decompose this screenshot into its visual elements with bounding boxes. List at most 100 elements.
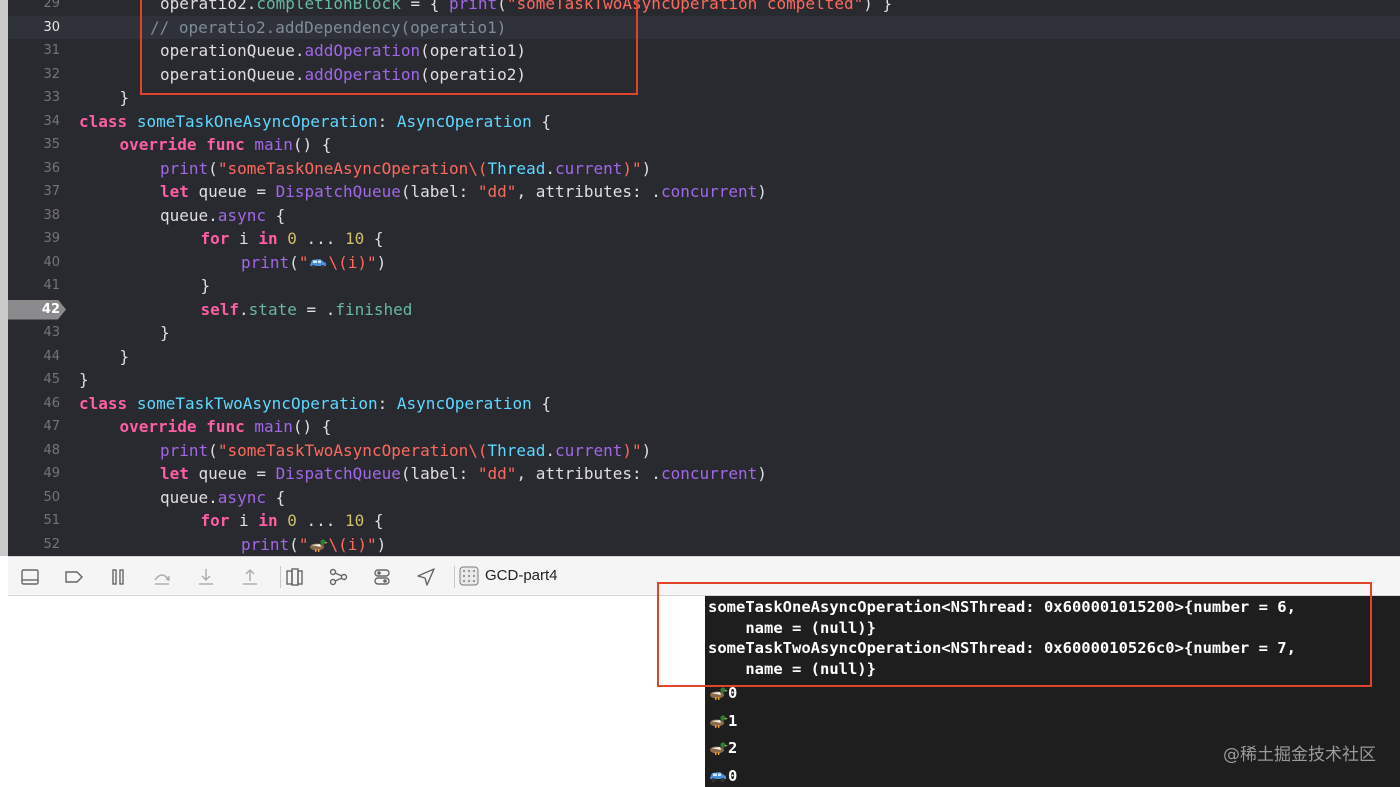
line-number: 49 (43, 466, 60, 481)
code-token: : (377, 393, 397, 413)
code-token: current (554, 440, 623, 460)
hide-debug-area-icon[interactable] (19, 566, 41, 588)
code-line[interactable]: 37 let queue = DispatchQueue(label: "dd",… (8, 180, 1400, 204)
code-text: class someTaskTwoAsyncOperation: AsyncOp… (79, 392, 551, 416)
simulate-location-icon[interactable] (415, 566, 437, 588)
console-line: 0 (708, 767, 737, 785)
code-line[interactable]: 35 override func main() { (8, 133, 1400, 157)
code-token: (label: (400, 464, 478, 483)
code-line[interactable]: 44} (8, 345, 1400, 369)
code-token: )" (622, 440, 642, 460)
code-line[interactable]: 49 let queue = DispatchQueue(label: "dd",… (8, 462, 1400, 486)
code-line[interactable]: 29 operatio2.completionBlock = { print("s… (8, 0, 1400, 16)
code-line[interactable]: 45} (8, 368, 1400, 392)
code-editor[interactable]: 29 operatio2.completionBlock = { print("s… (0, 0, 1400, 556)
code-token: finished (335, 299, 413, 319)
duck-emoji-icon (708, 741, 728, 755)
line-number: 45 (43, 372, 60, 387)
step-out-icon[interactable] (239, 566, 261, 588)
target-icon (459, 566, 479, 586)
code-token: AsyncOperation (396, 393, 532, 413)
code-token: \(i)" (328, 252, 377, 272)
step-into-icon[interactable] (195, 566, 217, 588)
code-token: concurrent (660, 464, 758, 483)
code-line[interactable]: 50 queue.async { (8, 486, 1400, 510)
code-line[interactable]: 48 print("someTaskTwoAsyncOperation\(Thre… (8, 439, 1400, 463)
code-line[interactable]: 36 print("someTaskOneAsyncOperation\(Thre… (8, 157, 1400, 181)
code-token: "someTaskTwoAsyncOperation\( (217, 440, 488, 460)
code-line[interactable]: 46 class someTaskTwoAsyncOperation: Async… (8, 392, 1400, 416)
code-line[interactable]: 40 print(" \(i)") (8, 251, 1400, 275)
code-token: 10 (345, 229, 365, 248)
line-number: 34 (43, 113, 60, 129)
code-token: for (200, 229, 230, 248)
code-line[interactable]: 38 queue.async { (8, 204, 1400, 228)
code-line[interactable]: 42 self.state = .finished (8, 298, 1400, 322)
code-text: print("someTaskTwoAsyncOperation\(Thread… (160, 439, 651, 463)
code-token: 0 (287, 511, 297, 530)
code-token: queue. (160, 205, 218, 225)
code-line[interactable]: 51 for i in 0 ... 10 { (8, 509, 1400, 533)
console-highlight-box (657, 582, 1372, 687)
code-token: } (119, 88, 130, 107)
breakpoints-toggle-icon[interactable] (63, 566, 85, 588)
code-line[interactable]: 47 override func main() { (8, 415, 1400, 439)
code-line[interactable]: 32 operationQueue.addOperation(operatio2) (8, 63, 1400, 87)
code-token: 0 (287, 229, 297, 248)
code-token: \(i)" (328, 534, 377, 554)
code-token: "someTaskOneAsyncOperation\( (217, 158, 488, 178)
code-token: { (265, 487, 286, 507)
car-emoji-icon (308, 253, 328, 269)
code-text: override func main() { (120, 133, 332, 157)
code-line[interactable]: 30 // operatio2.addDependency(operatio1) (8, 15, 1400, 40)
code-token: "dd" (477, 182, 517, 201)
code-token: Thread (487, 440, 546, 460)
line-number: 32 (43, 66, 60, 82)
code-token: async (217, 205, 266, 225)
code-token: ) (641, 158, 652, 178)
code-text: operationQueue.addOperation(operatio2) (160, 63, 526, 87)
code-token: )" (622, 158, 642, 178)
code-token: i (229, 229, 259, 248)
line-number: 51 (43, 513, 60, 528)
code-line[interactable]: 33} (8, 86, 1400, 110)
line-number: 52 (43, 536, 60, 552)
pause-icon[interactable] (107, 566, 129, 588)
step-over-icon[interactable] (151, 566, 173, 588)
variables-view[interactable] (8, 596, 705, 787)
code-text: operationQueue.addOperation(operatio1) (160, 39, 526, 63)
code-token: " (298, 534, 309, 554)
target-name[interactable]: GCD-part4 (485, 567, 558, 584)
line-number: 38 (43, 207, 60, 223)
console-line: 1 (708, 712, 737, 730)
code-line[interactable]: 43} (8, 321, 1400, 345)
environment-overrides-icon[interactable] (371, 566, 393, 588)
code-text: operatio2.completionBlock = { print("som… (160, 0, 892, 16)
code-line[interactable]: 39 for i in 0 ... 10 { (8, 227, 1400, 251)
code-line[interactable]: 31 operationQueue.addOperation(operatio1) (8, 39, 1400, 63)
code-text: queue.async { (160, 486, 285, 510)
duck-emoji-icon (708, 686, 728, 700)
code-text: let queue = DispatchQueue(label: "dd", a… (160, 462, 767, 486)
code-token: Thread (487, 158, 546, 178)
console-text: 0 (728, 766, 738, 785)
code-line[interactable]: 34 class someTaskOneAsyncOperation: Async… (8, 110, 1400, 134)
code-line[interactable]: 41} (8, 274, 1400, 298)
code-text: print(" \(i)") (241, 533, 386, 557)
memory-graph-icon[interactable] (327, 566, 349, 588)
code-line[interactable]: 52 print(" \(i)") (8, 533, 1400, 557)
line-number: 46 (43, 395, 60, 411)
code-token: class (79, 393, 128, 413)
console-line: 2 (708, 739, 737, 757)
code-text: // operatio2.addDependency(operatio1) (150, 16, 506, 40)
code-token: , attributes: . (516, 182, 661, 201)
duck-emoji-icon (308, 535, 329, 552)
code-token: print (241, 534, 290, 554)
line-number: 48 (43, 442, 60, 458)
view-hierarchy-icon[interactable] (283, 566, 305, 588)
code-token: operatio2. (160, 0, 257, 13)
